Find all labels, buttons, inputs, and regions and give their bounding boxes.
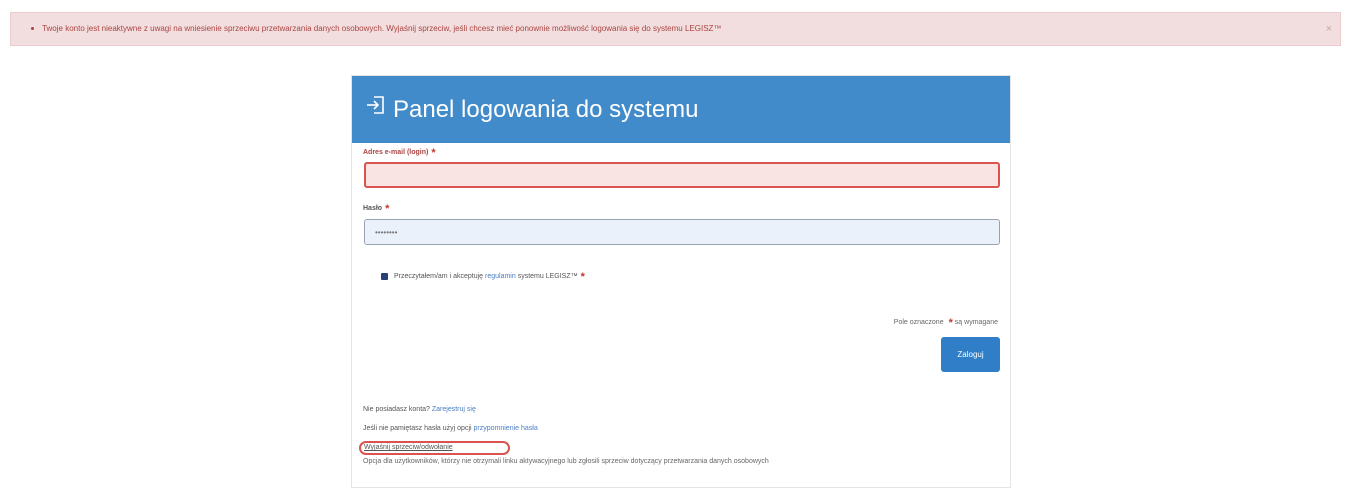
email-field[interactable] [364, 162, 1000, 188]
login-button[interactable]: Zaloguj [941, 337, 1000, 372]
register-prefix: Nie posiadasz konta? [363, 406, 430, 413]
panel-title: Panel logowania do systemu [393, 96, 699, 123]
withdraw-description: Opcja dla użytkowników, którzy nie otrzy… [363, 458, 769, 465]
password-label-text: Hasło [363, 205, 383, 212]
required-note: Pole oznaczone * są wymagane [894, 317, 998, 329]
password-label: Hasło * [363, 203, 389, 215]
alert-message: Twoje konto jest nieaktywne z uwagi na w… [42, 24, 722, 33]
login-icon [365, 75, 387, 142]
register-link[interactable]: Zarejestruj się [432, 406, 476, 413]
login-panel: Panel logowania do systemu Adres e-mail … [351, 75, 1011, 488]
required-note-prefix: Pole oznaczone [893, 319, 944, 326]
forgot-prefix: Jeśli nie pamiętasz hasła użyj opcji [363, 425, 472, 432]
email-label-text: Adres e-mail (login) [363, 149, 429, 156]
withdraw-objection-link[interactable]: Wyjaśnij sprzeciw/odwołanie [359, 441, 510, 455]
deactivated-account-alert: Twoje konto jest nieaktywne z uwagi na w… [10, 12, 1341, 46]
required-mark: * [948, 317, 953, 329]
bullet-icon [31, 27, 34, 31]
required-note-suffix: są wymagane [954, 319, 998, 326]
close-icon[interactable]: × [1326, 13, 1332, 45]
consent-suffix: systemu LEGISZ™ [517, 273, 578, 280]
panel-heading: Panel logowania do systemu [352, 76, 1010, 143]
consent-checkbox[interactable] [381, 272, 388, 280]
password-field[interactable] [364, 219, 1000, 245]
required-mark: * [580, 271, 585, 283]
forgot-password-link[interactable]: przypomnienie hasła [474, 425, 538, 432]
register-line: Nie posiadasz konta? Zarejestruj się [363, 406, 476, 413]
consent-row: Przeczytałem/am i akceptuję regulamin sy… [381, 271, 585, 283]
email-label: Adres e-mail (login) * [363, 147, 436, 159]
required-mark: * [431, 147, 436, 159]
consent-prefix: Przeczytałem/am i akceptuję [393, 273, 484, 280]
forgot-password-line: Jeśli nie pamiętasz hasła użyj opcji prz… [363, 425, 538, 432]
required-mark: * [385, 203, 390, 215]
terms-link[interactable]: regulamin [485, 273, 516, 280]
